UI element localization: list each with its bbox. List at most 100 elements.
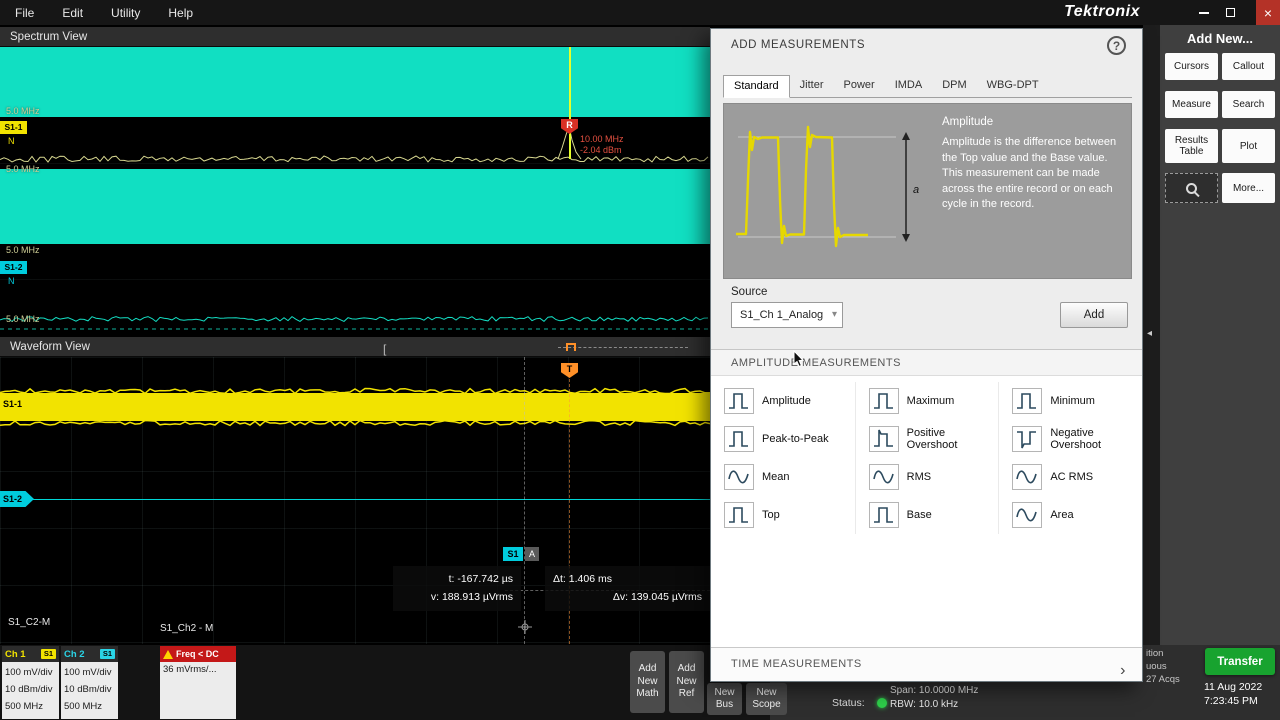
measurement-area[interactable]: Area xyxy=(998,496,1142,534)
math-trace-label-2[interactable]: S1_Ch2 - M xyxy=(160,623,213,634)
spectrum-marker-line[interactable] xyxy=(569,47,571,159)
panel-collapse-handle[interactable]: ◂ xyxy=(1147,328,1152,339)
channel2-source-tag: S1 xyxy=(100,649,115,659)
channel2-trace[interactable] xyxy=(0,499,710,500)
spectrum-view-title: Spectrum View xyxy=(10,31,87,43)
menu-file[interactable]: File xyxy=(15,6,34,20)
source-dropdown[interactable]: S1_Ch 1_Analog ▾ xyxy=(731,302,843,328)
measurement-ac-rms[interactable]: AC RMS xyxy=(998,458,1142,496)
math-trace-label-1[interactable]: S1_C2-M xyxy=(8,617,50,628)
measurement-minimum[interactable]: Minimum xyxy=(998,382,1142,420)
channel1-source-tag: S1 xyxy=(41,649,56,659)
rbw-readout: RBW: 10.0 kHz xyxy=(890,699,958,710)
channel2-badge[interactable]: Ch 2 S1 100 mV/div 10 dBm/div 500 MHz xyxy=(61,646,118,719)
channel1-badge[interactable]: Ch 1 S1 100 mV/div 10 dBm/div 500 MHz xyxy=(2,646,59,719)
measurement-negative-overshoot[interactable]: Negative Overshoot xyxy=(998,420,1142,458)
menu-edit[interactable]: Edit xyxy=(62,6,83,20)
add-search-button[interactable]: Search xyxy=(1222,91,1275,118)
add-new-bus-button[interactable]: New Bus xyxy=(707,683,742,715)
more-button[interactable]: More... xyxy=(1222,173,1275,203)
menu-utility[interactable]: Utility xyxy=(111,6,140,20)
maximize-button[interactable] xyxy=(1218,0,1242,25)
spectrum-trace1-badge[interactable]: S1-1 xyxy=(0,121,27,134)
continuous-partial-text: uous xyxy=(1146,661,1167,672)
measurement-tabs: Standard Jitter Power IMDA DPM WBG-DPT xyxy=(723,75,1132,98)
freq-label: 5.0 MHz xyxy=(6,106,40,116)
acquisition-partial-text: ition xyxy=(1146,648,1163,659)
measurement-top[interactable]: Top xyxy=(711,496,855,534)
tab-standard[interactable]: Standard xyxy=(723,75,790,98)
marker-readout: 10.00 MHz -2.04 dBm xyxy=(580,134,624,156)
channel1-scale: 100 mV/div xyxy=(5,664,56,681)
pulse-waveform-icon xyxy=(869,426,899,452)
waveform-view-title: Waveform View xyxy=(10,341,90,353)
freq-label: 5.0 MHz xyxy=(6,164,40,174)
measurement-base[interactable]: Base xyxy=(855,496,999,534)
add-cursors-button[interactable]: Cursors xyxy=(1165,53,1218,80)
measurement-positive-overshoot[interactable]: Positive Overshoot xyxy=(855,420,999,458)
measurement-maximum[interactable]: Maximum xyxy=(855,382,999,420)
waveform-view-panel: Waveform View [ T S1-1 S1-2 S1 A t: -167 xyxy=(0,337,710,645)
add-button[interactable]: Add xyxy=(1060,302,1128,328)
spectrum-trace2-badge[interactable]: S1-2 xyxy=(0,261,27,274)
tab-jitter[interactable]: Jitter xyxy=(790,75,834,97)
spectrum-trace2-flag: N xyxy=(8,276,15,286)
tektronix-logo: Tektronix xyxy=(1064,3,1140,21)
status-ok-indicator xyxy=(877,698,887,708)
zoom-tool-button[interactable] xyxy=(1165,173,1218,203)
measurement-description: Amplitude Amplitude is the difference be… xyxy=(942,116,1124,213)
add-new-ref-button[interactable]: Add New Ref xyxy=(669,651,704,713)
add-new-sidebar: Add New... Cursors Callout Measure Searc… xyxy=(1160,25,1280,720)
chevron-down-icon: ▾ xyxy=(832,303,837,327)
freq-label: 5.0 MHz xyxy=(6,245,40,255)
transfer-button[interactable]: Transfer xyxy=(1205,648,1275,675)
measurement-amplitude[interactable]: Amplitude xyxy=(711,382,855,420)
pulse-waveform-icon xyxy=(869,388,899,414)
record-view-range xyxy=(558,347,688,348)
add-callout-button[interactable]: Callout xyxy=(1222,53,1275,80)
minimize-button[interactable] xyxy=(1192,0,1216,25)
add-results-table-button[interactable]: Results Table xyxy=(1165,129,1218,163)
anchor-crosshair-icon[interactable] xyxy=(518,620,532,634)
measurement-info-body: Amplitude is the difference between the … xyxy=(942,135,1124,213)
help-button[interactable]: ? xyxy=(1107,36,1126,55)
menu-help[interactable]: Help xyxy=(168,6,193,20)
add-plot-button[interactable]: Plot xyxy=(1222,129,1275,163)
source-value: S1_Ch 1_Analog xyxy=(740,309,823,321)
waveform-view-header[interactable]: Waveform View [ xyxy=(0,337,710,357)
span-readout: Span: 10.0000 MHz xyxy=(890,685,978,696)
measurement-info-panel: a Amplitude Amplitude is the difference … xyxy=(723,103,1132,279)
channel1-db-scale: 10 dBm/div xyxy=(5,681,56,698)
freq-label: 5.0 MHz xyxy=(6,314,40,324)
tab-power[interactable]: Power xyxy=(834,75,885,97)
cursor-a-line[interactable] xyxy=(524,357,525,644)
trigger-position-icon[interactable] xyxy=(566,343,576,351)
new-scope-button[interactable]: New Scope xyxy=(746,683,787,715)
add-measure-button[interactable]: Measure xyxy=(1165,91,1218,118)
measurement-peak-to-peak[interactable]: Peak-to-Peak xyxy=(711,420,855,458)
measurement-rms[interactable]: RMS xyxy=(855,458,999,496)
add-new-math-button[interactable]: Add New Math xyxy=(630,651,665,713)
minimize-icon xyxy=(1199,12,1209,14)
channel2-bandwidth: 500 MHz xyxy=(64,698,115,715)
measurement-mean[interactable]: Mean xyxy=(711,458,855,496)
tab-dpm[interactable]: DPM xyxy=(932,75,976,97)
pulse-waveform-icon xyxy=(1012,426,1042,452)
pulse-waveform-icon xyxy=(724,388,754,414)
sine-waveform-icon xyxy=(724,464,754,490)
frequency-warning-badge[interactable]: Freq < DC 36 mVrms/... xyxy=(160,646,236,719)
spectrum-view-header[interactable]: Spectrum View xyxy=(0,27,710,47)
cursor-voltage-value: v: 188.913 µVrms xyxy=(401,588,513,606)
measurement-grid: Amplitude Maximum Minimum Peak-to-Peak P… xyxy=(711,376,1142,649)
spectrum-display: 5.0 MHz 5.0 MHz 5.0 MHz 5.0 MHz S1-1 N S… xyxy=(0,47,710,337)
marker-amplitude: -2.04 dBm xyxy=(580,145,624,156)
tab-imda[interactable]: IMDA xyxy=(885,75,933,97)
time-measurements-section[interactable]: TIME MEASUREMENTS › xyxy=(711,647,1142,681)
channel1-name: Ch 1 xyxy=(5,649,26,660)
acquisition-count: 27 Acqs xyxy=(1146,674,1180,685)
cursor-source-badge[interactable]: S1 A xyxy=(503,547,539,561)
tab-wbg-dpt[interactable]: WBG-DPT xyxy=(977,75,1049,97)
close-button[interactable]: × xyxy=(1256,0,1280,25)
spectrum-trace1-flag: N xyxy=(8,136,15,146)
add-measurements-dialog: ADD MEASUREMENTS ? Standard Jitter Power… xyxy=(710,28,1143,682)
